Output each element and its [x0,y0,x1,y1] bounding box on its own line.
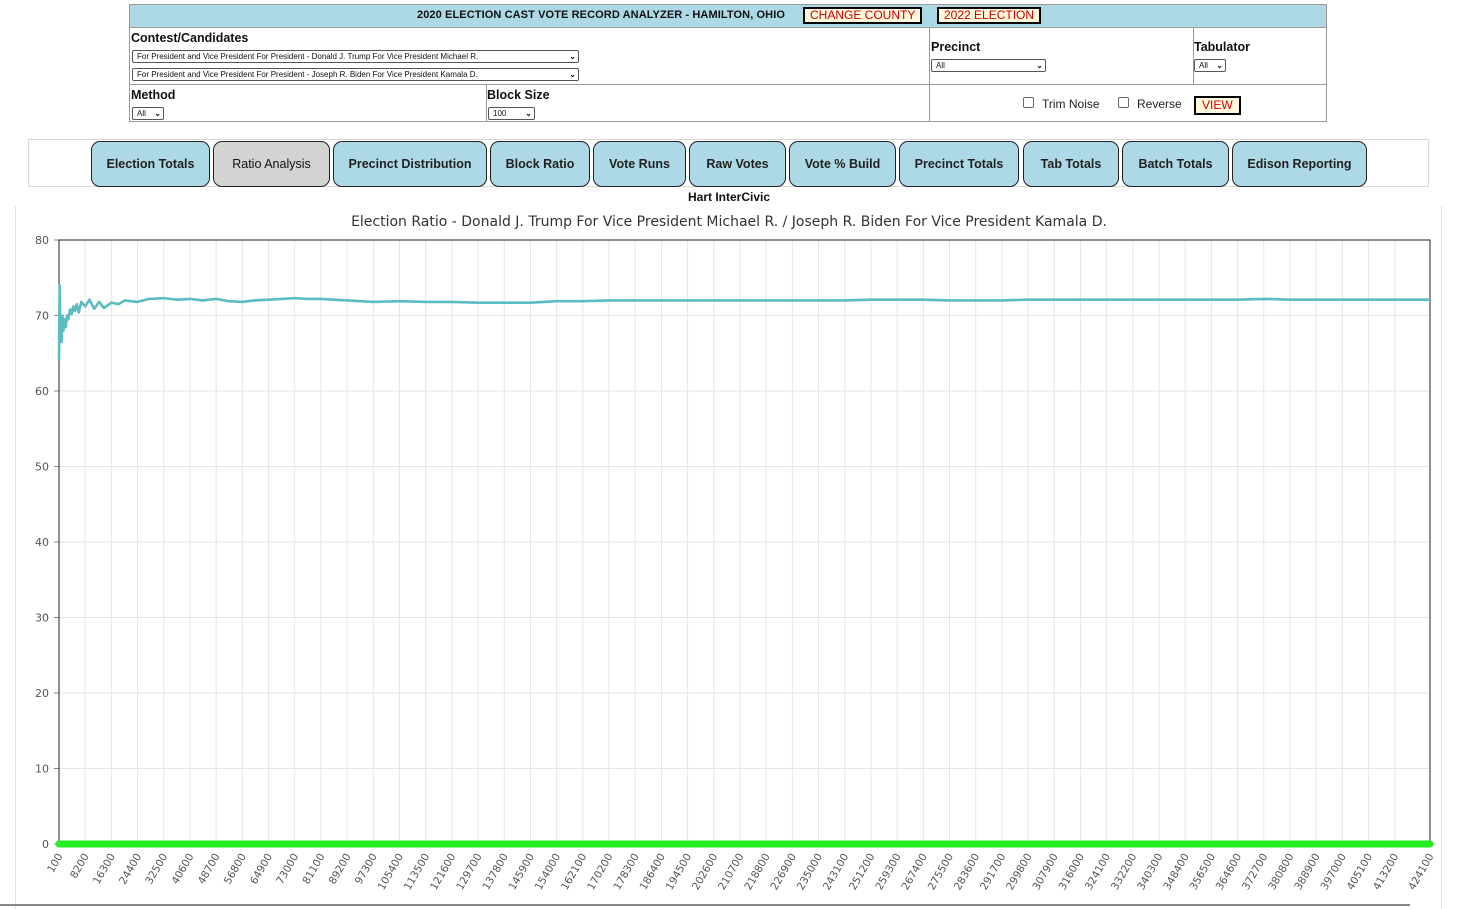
x-tick-label: 64900 [248,852,275,887]
y-tick-label: 10 [35,763,49,776]
ratio-chart: 100 8200 16300 24400 32500 40600 48700 56800 649… [35,234,1437,893]
y-tick-label: 40 [35,536,49,549]
x-tick-label: 89200 [327,852,354,887]
horizontal-scrollbar[interactable] [0,904,1410,906]
x-tick-label: 97300 [353,852,380,887]
x-tick-label: 32500 [143,852,170,887]
x-tick-label: 24400 [117,852,144,887]
y-tick-label: 20 [35,687,49,700]
y-tick-label: 0 [42,838,49,851]
x-tick-label: 73000 [274,852,301,887]
y-tick-label: 80 [35,234,49,247]
x-tick-label: 424100 [1406,852,1436,893]
x-tick-label: 81100 [300,852,327,887]
y-tick-label: 30 [35,612,49,625]
y-tick-label: 60 [35,385,49,398]
x-tick-label: 40600 [169,852,196,887]
x-tick-label: 8200 [68,852,92,881]
y-tick-label: 70 [35,310,49,323]
y-tick-label: 50 [35,461,49,474]
x-tick-label: 56800 [222,852,249,887]
x-tick-label: 48700 [196,852,223,887]
x-tick-label: 100 [45,852,65,875]
x-tick-label: 16300 [91,852,118,887]
x-tick-label: 413200 [1371,852,1401,893]
ratio-series-line [57,283,1430,361]
